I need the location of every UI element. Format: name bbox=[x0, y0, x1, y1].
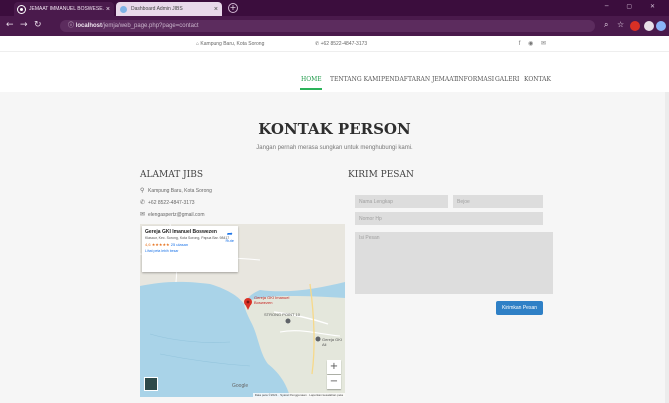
directions-label: Rute bbox=[225, 238, 234, 243]
name-input[interactable] bbox=[355, 195, 448, 208]
landmark-label: STRONG POINT 10 bbox=[264, 312, 300, 317]
browser-tab-active[interactable]: JEMAAT IMMANUEL BOSWESE... × bbox=[14, 2, 114, 16]
nav-pendaftaran-jemaat[interactable]: PENDAFTARAN JEMAAT bbox=[381, 76, 457, 83]
reload-icon[interactable]: ↻ bbox=[34, 20, 42, 30]
social-icons[interactable]: f ◉ ✉ bbox=[519, 40, 549, 47]
url-path: /jemja/web_page.php?page=contact bbox=[102, 23, 199, 29]
browser-tab-inactive[interactable]: Dashboard Admin JIBS × bbox=[116, 2, 222, 16]
zoom-out-button[interactable]: − bbox=[327, 375, 341, 389]
site-favicon-icon bbox=[18, 5, 25, 13]
tab-title: Dashboard Admin JIBS bbox=[131, 6, 183, 12]
nav-galeri[interactable]: GALERI bbox=[495, 76, 519, 83]
embedded-map[interactable]: Gereja GKI Imanuel Boswezen Klasaur, Kec… bbox=[140, 224, 345, 397]
url-host: localhost bbox=[75, 23, 103, 29]
place-rating: 4,6 ★★★★★ 25 ulasan bbox=[145, 242, 235, 247]
page-title: KONTAK PERSON bbox=[258, 120, 411, 138]
nav-home[interactable]: HOME bbox=[301, 76, 322, 83]
address-bar[interactable]: ⓘ localhost/jemja/web_page.php?page=cont… bbox=[60, 20, 595, 32]
email-line: ✉ elengaspertz@gmail.com bbox=[140, 211, 205, 219]
profile-avatar[interactable] bbox=[656, 21, 666, 31]
close-tab-icon[interactable]: × bbox=[214, 6, 218, 13]
info-icon: ⓘ bbox=[68, 23, 76, 29]
rating-value: 4,6 bbox=[145, 242, 151, 247]
browser-toolbar: ← → ↻ ⓘ localhost/jemja/web_page.php?pag… bbox=[0, 16, 669, 36]
extension-puzzle-icon[interactable] bbox=[644, 21, 654, 31]
address-line: ⚲ Kampung Baru, Kota Sorong bbox=[140, 187, 212, 195]
phone-icon: ✆ bbox=[140, 200, 146, 206]
larger-map-link[interactable]: Lihat peta lebih besar bbox=[145, 249, 235, 253]
directions-icon: ➦ bbox=[226, 231, 233, 238]
place-info-card: Gereja GKI Imanuel Boswezen Klasaur, Kec… bbox=[142, 226, 238, 272]
church-label: Gereja GKI Ali bbox=[322, 337, 343, 347]
zoom-icon[interactable]: ⌕ bbox=[604, 20, 608, 30]
globe-favicon-icon bbox=[120, 5, 127, 13]
page-scrollbar[interactable] bbox=[665, 92, 669, 403]
email-text[interactable]: elengaspertz@gmail.com bbox=[148, 212, 205, 218]
topbar-phone: +62 8522-4847-3173 bbox=[320, 41, 368, 47]
active-nav-indicator bbox=[300, 88, 322, 90]
main-nav: HOME TENTANG KAMI PENDAFTARAN JEMAAT INF… bbox=[0, 52, 669, 92]
map-marker-icon: ⚲ bbox=[140, 188, 145, 194]
subject-input[interactable] bbox=[453, 195, 543, 208]
page-subtitle: Jangan pernah merasa sungkan untuk mengh… bbox=[256, 145, 413, 151]
close-tab-icon[interactable]: × bbox=[106, 6, 110, 13]
browser-tab-bar: JEMAAT IMMANUEL BOSWESE... × Dashboard A… bbox=[0, 0, 669, 16]
address-text: Kampung Baru, Kota Sorong bbox=[148, 187, 212, 194]
window-controls[interactable]: ─ ▢ ✕ bbox=[605, 3, 663, 10]
review-count[interactable]: 25 ulasan bbox=[171, 242, 188, 247]
satellite-toggle[interactable] bbox=[144, 377, 158, 391]
map-pin-label: Gereja GKI Imanuel Boswezen bbox=[254, 295, 290, 305]
bookmark-star-icon[interactable]: ☆ bbox=[617, 20, 624, 30]
top-info-bar: ⌂ Kampung Baru, Kota Sorong ✆ +62 8522-4… bbox=[0, 36, 669, 52]
extension-icon[interactable] bbox=[630, 21, 640, 31]
phone-info: ✆ +62 8522-4847-3173 bbox=[315, 41, 367, 47]
address-info: ⌂ Kampung Baru, Kota Sorong bbox=[196, 41, 264, 47]
forward-icon[interactable]: → bbox=[20, 20, 28, 30]
message-textarea[interactable] bbox=[355, 232, 553, 294]
map-attribution[interactable]: Data peta ©2021 · Syarat Penggunaan · La… bbox=[252, 393, 345, 397]
back-icon[interactable]: ← bbox=[6, 20, 14, 30]
form-section-title: KIRIM PESAN bbox=[348, 170, 414, 180]
rating-stars-icon: ★★★★★ bbox=[151, 242, 170, 247]
nav-tentang-kami[interactable]: TENTANG KAMI bbox=[330, 76, 381, 83]
phone-text: +62 8522-4847-3173 bbox=[148, 199, 195, 206]
place-address: Klasaur, Kec. Sorong, Kota Sorong, Papua… bbox=[145, 236, 230, 240]
nav-kontak[interactable]: KONTAK bbox=[524, 76, 551, 83]
phone-line: ✆ +62 8522-4847-3173 bbox=[140, 199, 195, 207]
phone-input[interactable] bbox=[355, 212, 543, 225]
zoom-in-button[interactable]: + bbox=[327, 360, 341, 374]
envelope-icon: ✉ bbox=[140, 212, 146, 218]
topbar-address: Kampung Baru, Kota Sorong bbox=[200, 41, 265, 47]
google-logo: Google bbox=[232, 383, 249, 389]
address-section-title: ALAMAT JIBS bbox=[140, 170, 204, 180]
new-tab-button[interactable]: + bbox=[228, 3, 238, 13]
send-message-button[interactable]: Kirimkan Pesan bbox=[496, 301, 543, 315]
tab-title: JEMAAT IMMANUEL BOSWESE... bbox=[29, 6, 104, 12]
nav-informasi[interactable]: INFORMASI bbox=[456, 76, 494, 83]
directions-button[interactable]: ➦ Rute bbox=[226, 230, 234, 243]
place-name: Gereja GKI Imanuel Boswezen bbox=[145, 229, 217, 235]
